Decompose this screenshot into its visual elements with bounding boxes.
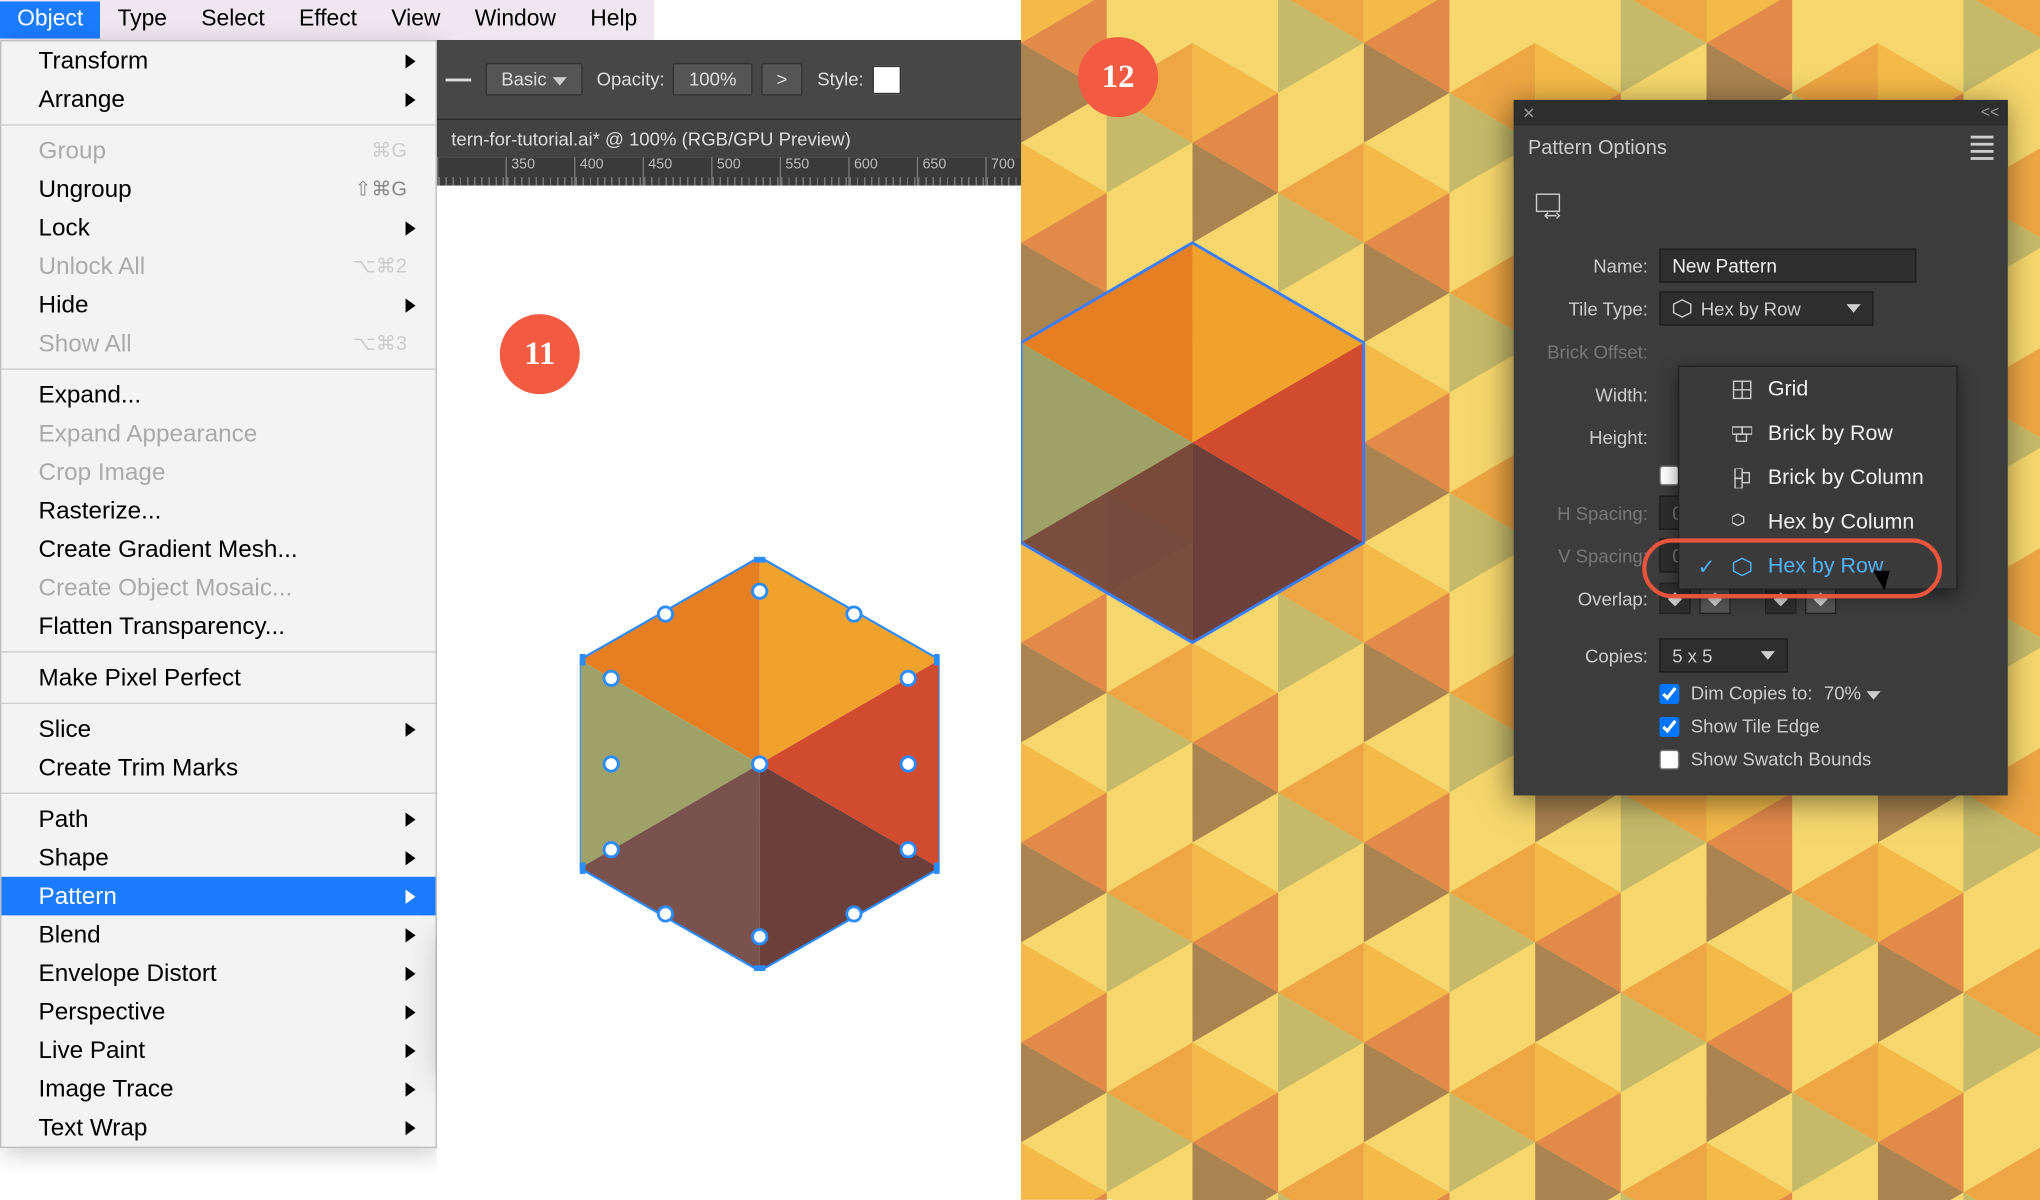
menu-group: Group⌘G [1,131,435,170]
panel-collapse-icon[interactable]: << [1981,104,1999,121]
show-swatch-bounds-checkbox[interactable] [1659,749,1679,769]
check-icon: ✓ [1696,553,1716,579]
overlap-label: Overlap: [1534,588,1648,609]
menu-crop-image: Crop Image [1,453,435,492]
menu-pixel-perfect[interactable]: Make Pixel Perfect [1,658,435,697]
dropdown-brick-column[interactable]: Brick by Column [1679,456,1956,500]
pattern-tile-tool-icon[interactable] [1534,191,1571,220]
hex-icon [1672,298,1692,318]
menu-slice[interactable]: Slice [1,710,435,749]
menu-transform[interactable]: Transform [1,41,435,80]
dropdown-hex-column[interactable]: Hex by Column [1679,500,1956,544]
menu-type[interactable]: Type [100,1,184,38]
name-input[interactable] [1659,248,1916,282]
dim-copies-checkbox[interactable] [1659,683,1679,703]
menu-help[interactable]: Help [573,1,654,38]
panel-title: Pattern Options [1528,136,1667,159]
show-tile-edge-label: Show Tile Edge [1691,715,1820,736]
menu-perspective[interactable]: Perspective [1,992,435,1031]
opacity-label: Opacity: [597,69,665,90]
chevron-down-icon [1761,651,1775,660]
name-label: Name: [1534,255,1648,276]
document-tab[interactable]: tern-for-tutorial.ai* @ 100% (RGB/GPU Pr… [437,120,1021,157]
brick-col-icon [1731,466,1754,489]
chevron-down-icon [1846,304,1860,313]
v-spacing-label: V Spacing: [1534,545,1648,566]
tile-type-dropdown: Grid Brick by Row Brick by Column Hex by… [1678,366,1958,590]
menu-window[interactable]: Window [458,1,574,38]
menubar[interactable]: Object Type Select Effect View Window He… [0,0,654,40]
menu-rasterize[interactable]: Rasterize... [1,491,435,530]
opacity-field[interactable]: 100% [673,63,752,96]
object-menu: Transform Arrange Group⌘G Ungroup⇧⌘G Loc… [0,40,437,1148]
menu-gradient-mesh[interactable]: Create Gradient Mesh... [1,530,435,569]
brush-basic-select[interactable]: Basic [486,63,583,96]
dropdown-grid[interactable]: Grid [1679,367,1956,411]
menu-path[interactable]: Path [1,800,435,839]
horizontal-ruler: 350 400 450 500 550 600 650 700 [437,157,1021,186]
grid-icon [1731,378,1754,401]
dropdown-brick-row[interactable]: Brick by Row [1679,411,1956,455]
dim-copies-value[interactable]: 70% [1824,683,1924,704]
menu-show-all: Show All⌥⌘3 [1,324,435,363]
panel-close-icon[interactable]: ✕ [1522,104,1535,123]
opacity-more-button[interactable]: > [761,63,803,96]
menu-image-trace[interactable]: Image Trace [1,1070,435,1109]
h-spacing-label: H Spacing: [1534,502,1648,523]
menu-lock[interactable]: Lock [1,208,435,247]
menu-effect[interactable]: Effect [282,1,374,38]
show-tile-edge-checkbox[interactable] [1659,716,1679,736]
panel-menu-icon[interactable] [1971,135,1994,159]
cursor-icon [1878,565,1898,594]
menu-expand-appearance: Expand Appearance [1,414,435,453]
menu-select[interactable]: Select [184,1,282,38]
style-swatch[interactable] [872,65,901,94]
menu-expand[interactable]: Expand... [1,376,435,415]
move-tile-checkbox[interactable] [1659,465,1679,485]
hexagon-artwork[interactable] [580,557,940,971]
menu-trim-marks[interactable]: Create Trim Marks [1,748,435,787]
menu-live-paint[interactable]: Live Paint [1,1031,435,1070]
menu-shape[interactable]: Shape [1,838,435,877]
copies-label: Copies: [1534,645,1648,666]
menu-text-wrap[interactable]: Text Wrap [1,1108,435,1147]
style-label: Style: [817,69,863,90]
copies-select[interactable]: 5 x 5 [1659,638,1788,672]
brick-offset-label: Brick Offset: [1534,341,1648,362]
dim-copies-label: Dim Copies to: [1691,683,1813,704]
menu-object[interactable]: Object [0,1,100,38]
height-label: Height: [1534,426,1648,447]
menu-view[interactable]: View [374,1,457,38]
hex-col-icon [1731,511,1754,534]
menu-flatten-transparency[interactable]: Flatten Transparency... [1,607,435,646]
menu-unlock-all: Unlock All⌥⌘2 [1,247,435,286]
dropdown-hex-row[interactable]: ✓ Hex by Row [1679,544,1956,588]
brick-row-icon [1731,422,1754,445]
tile-type-label: Tile Type: [1534,298,1648,319]
menu-pattern[interactable]: Pattern [1,877,435,916]
menu-hide[interactable]: Hide [1,286,435,325]
artboard-canvas[interactable]: 11 [437,186,1021,1200]
tile-type-select[interactable]: Hex by Row [1659,291,1873,325]
step-badge-12: 12 [1078,37,1158,117]
step-badge-11: 11 [500,314,580,394]
width-label: Width: [1534,383,1648,404]
menu-ungroup[interactable]: Ungroup⇧⌘G [1,170,435,209]
menu-envelope-distort[interactable]: Envelope Distort [1,954,435,993]
stroke-preview-icon [446,78,472,81]
menu-arrange[interactable]: Arrange [1,80,435,119]
chevron-down-icon [1867,691,1881,700]
show-swatch-bounds-label: Show Swatch Bounds [1691,748,1872,769]
menu-blend[interactable]: Blend [1,915,435,954]
menu-object-mosaic: Create Object Mosaic... [1,568,435,607]
hex-row-icon [1731,555,1754,578]
